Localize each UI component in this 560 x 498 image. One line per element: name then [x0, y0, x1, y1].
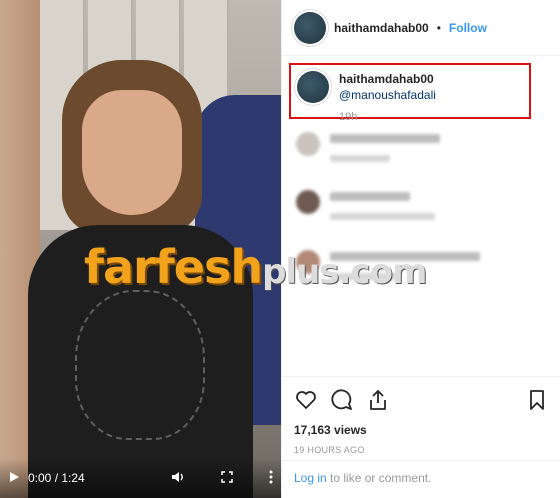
post-username[interactable]: haithamdahab00: [334, 21, 429, 35]
login-link[interactable]: Log in: [294, 471, 327, 485]
login-suffix: to like or comment.: [326, 471, 432, 485]
login-prompt: Log in to like or comment.: [282, 460, 560, 498]
volume-icon[interactable]: [171, 470, 185, 487]
avatar: [296, 190, 320, 214]
list-item: [296, 250, 480, 280]
shirt-print: [75, 290, 205, 440]
caption-avatar[interactable]: [297, 71, 329, 103]
list-item: [296, 190, 435, 220]
blurred-text: [330, 273, 400, 280]
more-vertical-icon[interactable]: [269, 470, 273, 487]
play-icon[interactable]: [8, 471, 20, 486]
separator-dot: •: [436, 20, 441, 35]
video-time: 0:00 / 1:24: [28, 471, 85, 485]
avatar: [296, 250, 320, 274]
blurred-text: [330, 213, 435, 220]
comment-icon[interactable]: [330, 388, 354, 412]
action-icons: [294, 387, 549, 413]
duration: 1:24: [61, 471, 85, 485]
post-actions: 17,163 views 19 HOURS AGO: [282, 376, 560, 455]
follow-button[interactable]: Follow: [449, 21, 487, 35]
current-time: 0:00: [28, 471, 52, 485]
blurred-text: [330, 252, 480, 261]
avatar: [296, 132, 320, 156]
list-item: [296, 132, 440, 162]
video-subject-face: [82, 90, 182, 215]
share-icon[interactable]: [366, 388, 390, 412]
post-sidebar: haithamdahab00 • Follow haithamdahab00 @…: [281, 0, 560, 498]
caption-text: haithamdahab00 @manoushafadali: [339, 71, 523, 103]
time-separator: /: [51, 471, 62, 485]
caption-highlight: haithamdahab00 @manoushafadali 19h: [289, 63, 531, 123]
blurred-text: [330, 155, 390, 162]
caption-mention[interactable]: @manoushafadali: [339, 88, 436, 102]
view-count[interactable]: 17,163 views: [294, 423, 549, 437]
video-controls: 0:00 / 1:24: [0, 458, 281, 498]
avatar[interactable]: [294, 11, 326, 44]
caption-time: 19h: [339, 111, 358, 123]
blurred-text: [330, 134, 440, 143]
post-header: haithamdahab00 • Follow: [282, 0, 560, 56]
heart-icon[interactable]: [294, 388, 318, 412]
blurred-text: [330, 192, 410, 201]
bookmark-icon[interactable]: [525, 388, 549, 412]
fullscreen-icon[interactable]: [221, 470, 233, 486]
comments-list[interactable]: haithamdahab00 @manoushafadali 19h: [282, 56, 560, 376]
caption-username[interactable]: haithamdahab00: [339, 72, 434, 86]
post-timestamp: 19 HOURS AGO: [294, 445, 365, 455]
video-player[interactable]: 0:00 / 1:24: [0, 0, 281, 498]
